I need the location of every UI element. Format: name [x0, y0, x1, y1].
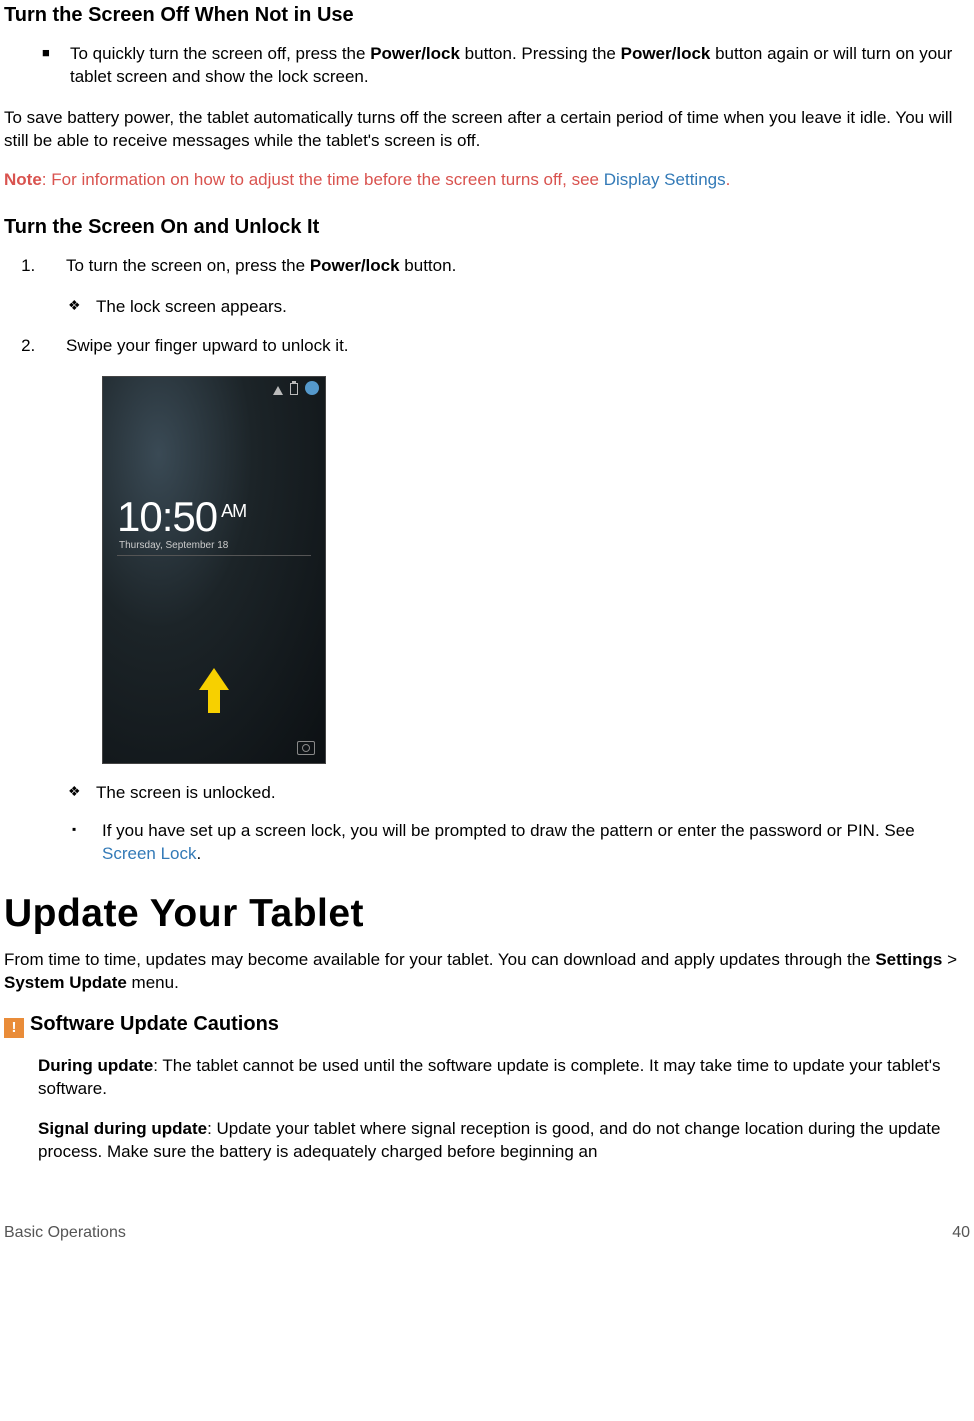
- bold-text: Settings: [875, 950, 942, 969]
- note-text: : For information on how to adjust the t…: [42, 170, 604, 189]
- bold-text: Power/lock: [621, 44, 711, 63]
- signal-icon: [273, 386, 283, 395]
- status-bar: [273, 381, 319, 400]
- heading-cautions: ! Software Update Cautions: [4, 1011, 970, 1038]
- divider: [117, 555, 311, 556]
- caution-during-update: During update: The tablet cannot be used…: [38, 1055, 970, 1101]
- text: button. Pressing the: [460, 44, 621, 63]
- footer-section: Basic Operations: [4, 1224, 126, 1241]
- warning-icon: !: [4, 1018, 24, 1038]
- text: From time to time, updates may become av…: [4, 950, 875, 969]
- bullet-list-screen-off: To quickly turn the screen off, press th…: [4, 43, 970, 89]
- substep-list-2: The screen is unlocked.: [4, 782, 970, 805]
- substep-item: The lock screen appears.: [68, 296, 970, 319]
- link-display-settings[interactable]: Display Settings: [604, 170, 726, 189]
- lock-date: Thursday, September 18: [119, 539, 228, 553]
- heading-screen-on: Turn the Screen On and Unlock It: [4, 214, 970, 241]
- text: To turn the screen on, press the: [66, 256, 310, 275]
- page-number: 40: [952, 1222, 970, 1244]
- link-screen-lock[interactable]: Screen Lock: [102, 844, 197, 863]
- caution-label: During update: [38, 1056, 153, 1075]
- swipe-up-arrow-icon: [199, 668, 229, 713]
- text: >: [942, 950, 957, 969]
- bold-text: Power/lock: [310, 256, 400, 275]
- time-value: 10:50: [117, 493, 217, 540]
- step-2: Swipe your finger upward to unlock it.: [40, 335, 970, 358]
- caution-label: Signal during update: [38, 1119, 207, 1138]
- lock-time: 10:50AM: [117, 489, 246, 546]
- paragraph-update-intro: From time to time, updates may become av…: [4, 949, 970, 995]
- camera-icon: [297, 741, 315, 755]
- text: button.: [400, 256, 457, 275]
- step-1: To turn the screen on, press the Power/l…: [40, 255, 970, 278]
- text: If you have set up a screen lock, you wi…: [102, 821, 915, 840]
- text: To quickly turn the screen off, press th…: [70, 44, 370, 63]
- lockscreen-figure: 10:50AM Thursday, September 18: [102, 376, 326, 764]
- subnote-list: If you have set up a screen lock, you wi…: [4, 820, 970, 866]
- note-label: Note: [4, 170, 42, 189]
- page-footer: Basic Operations 40: [4, 1222, 970, 1244]
- time-ampm: AM: [221, 501, 246, 521]
- text: .: [197, 844, 202, 863]
- caution-signal: Signal during update: Update your tablet…: [38, 1118, 970, 1164]
- paragraph-battery: To save battery power, the tablet automa…: [4, 107, 970, 153]
- battery-icon: [290, 383, 298, 395]
- bullet-item: To quickly turn the screen off, press th…: [42, 43, 970, 89]
- bold-text: Power/lock: [370, 44, 460, 63]
- substep-list: The lock screen appears.: [4, 296, 970, 319]
- subnote-item: If you have set up a screen lock, you wi…: [72, 820, 970, 866]
- note-after: .: [726, 170, 731, 189]
- text: menu.: [127, 973, 179, 992]
- bold-text: System Update: [4, 973, 127, 992]
- note-line: Note: For information on how to adjust t…: [4, 169, 970, 192]
- substep-item: The screen is unlocked.: [68, 782, 970, 805]
- heading-update-tablet: Update Your Tablet: [4, 888, 970, 941]
- steps-list: To turn the screen on, press the Power/l…: [4, 255, 970, 278]
- caution-text: : The tablet cannot be used until the so…: [38, 1056, 941, 1098]
- caution-title: Software Update Cautions: [30, 1013, 279, 1035]
- steps-list-2: Swipe your finger upward to unlock it.: [4, 335, 970, 358]
- user-icon: [305, 381, 319, 395]
- heading-screen-off: Turn the Screen Off When Not in Use: [4, 2, 970, 29]
